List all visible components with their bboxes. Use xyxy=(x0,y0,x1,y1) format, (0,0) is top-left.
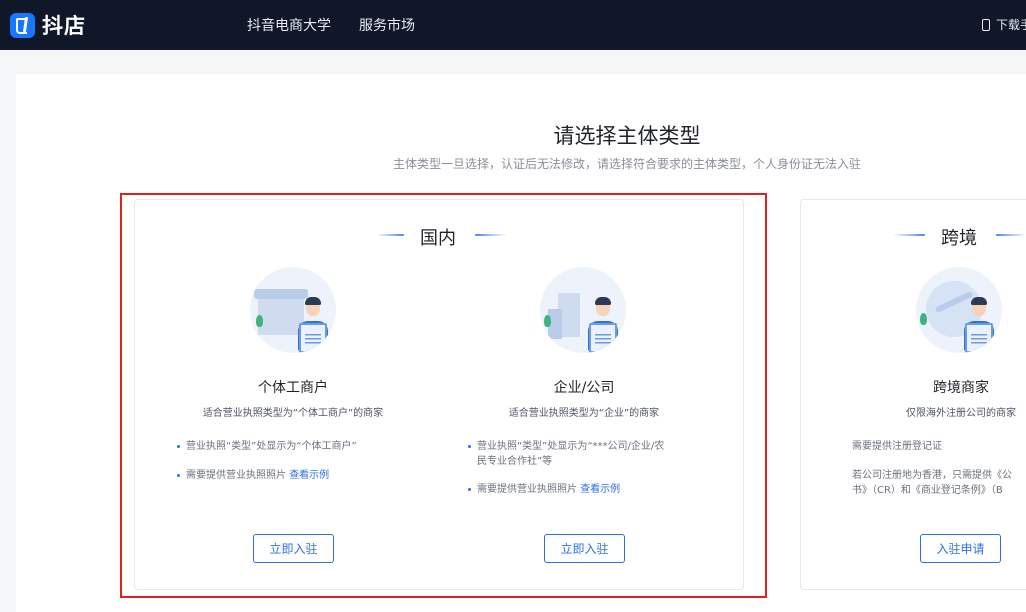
download-app-link[interactable]: 下载手 xyxy=(982,16,1026,33)
top-nav: 抖店 抖音电商大学 服务市场 下载手 xyxy=(0,0,1026,50)
douyin-store-logo-icon xyxy=(10,12,35,38)
logo-text: 抖店 xyxy=(42,14,86,38)
enterprise-name: 企业/公司 xyxy=(553,380,615,396)
individual-business-join-button[interactable]: 立即入驻 xyxy=(253,534,334,563)
cross-border-title: 跨境 xyxy=(941,228,977,249)
cross-border-bullet-2: 若公司注册地为香港，只需提供《公 书》（CR）和《商业登记条例》（B xyxy=(852,468,1026,498)
enterprise-example-link[interactable]: 查看示例 xyxy=(580,484,620,495)
enterprise-bullet-2: 需要提供营业执照照片 查看示例 xyxy=(468,482,717,497)
title-deco-left xyxy=(376,234,404,236)
title-deco-right xyxy=(475,234,507,236)
download-label: 下载手 xyxy=(996,18,1026,32)
enterprise-join-button[interactable]: 立即入驻 xyxy=(544,534,625,563)
phone-icon xyxy=(982,18,990,31)
nav-links: 抖音电商大学 服务市场 xyxy=(247,15,415,35)
individual-business-example-link[interactable]: 查看示例 xyxy=(289,470,329,481)
individual-business-bullet-2: 需要提供营业执照照片 查看示例 xyxy=(177,468,416,483)
individual-business-name: 个体工商户 xyxy=(258,380,328,396)
page-title: 请选择主体类型 xyxy=(553,124,701,148)
individual-business-illustration-icon xyxy=(250,267,336,353)
enterprise-desc: 适合营业执照类型为“企业”的商家 xyxy=(508,408,660,419)
individual-business-desc: 适合营业执照类型为“个体工商户”的商家 xyxy=(202,408,384,419)
page-subtitle: 主体类型一旦选择，认证后无法修改，请选择符合要求的主体类型，个人身份证无法入驻 xyxy=(392,157,861,171)
cross-title-deco-right xyxy=(996,234,1026,236)
cross-border-desc: 仅限海外注册公司的商家 xyxy=(906,408,1016,419)
cross-border-apply-button[interactable]: 入驻申请 xyxy=(920,534,1001,563)
cross-border-illustration-icon xyxy=(916,267,1002,353)
selection-highlight xyxy=(120,193,767,598)
nav-link-service-market[interactable]: 服务市场 xyxy=(359,15,415,35)
logo[interactable]: 抖店 xyxy=(10,12,86,38)
cross-title-deco-left xyxy=(893,234,925,236)
cross-border-bullet-1: 需要提供注册登记证 xyxy=(852,439,1026,454)
enterprise-bullet-1: 营业执照“类型”处显示为“***公司/企业/农 民专业合作社”等 xyxy=(468,439,717,469)
nav-link-university[interactable]: 抖音电商大学 xyxy=(247,15,331,35)
individual-business-bullet-1: 营业执照“类型”处显示为“个体工商户” xyxy=(177,439,416,454)
domestic-title: 国内 xyxy=(420,228,456,249)
enterprise-illustration-icon xyxy=(540,267,626,353)
cross-border-name: 跨境商家 xyxy=(933,380,989,396)
